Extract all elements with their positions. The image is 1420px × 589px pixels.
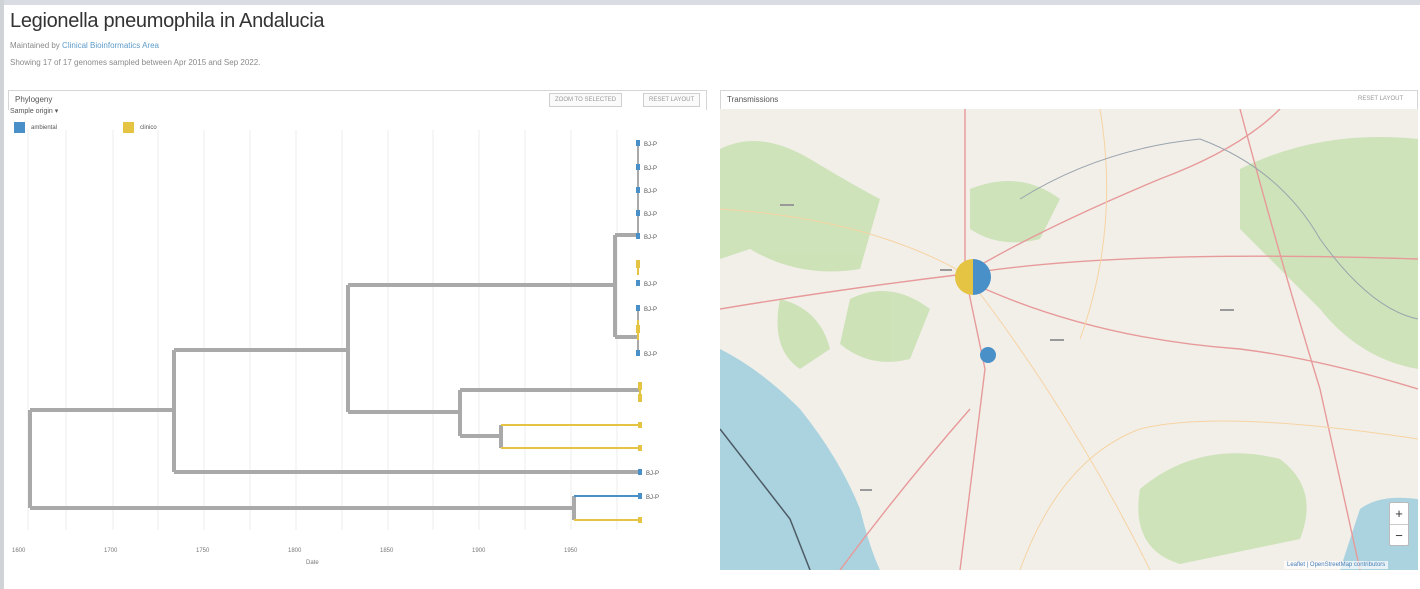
tip-ambiental[interactable] bbox=[638, 493, 642, 499]
transmissions-title: Transmissions bbox=[727, 95, 779, 104]
left-edge bbox=[0, 0, 4, 589]
tip-ambiental[interactable] bbox=[638, 469, 642, 475]
zoom-out-button[interactable]: − bbox=[1390, 524, 1408, 545]
tip-clinico[interactable] bbox=[638, 382, 642, 390]
tip-ambiental[interactable] bbox=[636, 187, 640, 193]
showing-summary: Showing 17 of 17 genomes sampled between… bbox=[10, 58, 261, 67]
tip-clinico[interactable] bbox=[636, 325, 640, 333]
tip-label: BJ-P bbox=[646, 471, 659, 477]
map-zoom-control: + − bbox=[1389, 502, 1409, 546]
axis-tick: 1850 bbox=[380, 548, 394, 554]
tip-label: BJ-P bbox=[644, 307, 657, 313]
tip-label: BJ-P bbox=[644, 189, 657, 195]
top-bar bbox=[0, 0, 1420, 5]
tree-branches bbox=[28, 142, 640, 520]
tip-clinico[interactable] bbox=[638, 517, 642, 523]
tip-label: BJ-P bbox=[644, 166, 657, 172]
tip-ambiental[interactable] bbox=[636, 164, 640, 170]
tip-clinico[interactable] bbox=[638, 394, 642, 402]
tip-clinico[interactable] bbox=[636, 260, 640, 268]
axis-tick: 1900 bbox=[472, 548, 486, 554]
page-title: Legionella pneumophila in Andalucia bbox=[10, 10, 325, 32]
page-header: Legionella pneumophila in Andalucia Main… bbox=[10, 10, 325, 67]
maintainer-link[interactable]: Clinical Bioinformatics Area bbox=[62, 41, 159, 50]
tip-ambiental[interactable] bbox=[636, 280, 640, 286]
tip-labels: BJ-P BJ-P BJ-P BJ-P BJ-P BJ-P BJ-P BJ-P … bbox=[644, 142, 659, 501]
tip-label: BJ-P bbox=[644, 352, 657, 358]
tip-ambiental[interactable] bbox=[636, 305, 640, 311]
maintainer-line: Maintained by Clinical Bioinformatics Ar… bbox=[10, 41, 324, 50]
phylogeny-tree: BJ-P BJ-P BJ-P BJ-P BJ-P BJ-P BJ-P BJ-P … bbox=[12, 130, 659, 566]
tip-clinico[interactable] bbox=[638, 445, 642, 451]
tip-clinico[interactable] bbox=[638, 422, 642, 428]
tip-ambiental[interactable] bbox=[636, 210, 640, 216]
tip-label: BJ-P bbox=[646, 495, 659, 501]
tip-label: BJ-P bbox=[644, 282, 657, 288]
date-axis: 1600 1700 1750 1800 1850 1900 1950 Date bbox=[12, 548, 578, 566]
phylogeny-title: Phylogeny bbox=[15, 95, 53, 104]
zoom-to-selected-button[interactable]: ZOOM TO SELECTED bbox=[549, 93, 623, 107]
marker-ambiental[interactable] bbox=[980, 347, 996, 363]
axis-tick: 1800 bbox=[288, 548, 302, 554]
color-by-selector[interactable]: Sample origin ▾ bbox=[10, 107, 58, 115]
chevron-down-icon: ▾ bbox=[54, 108, 59, 115]
phylogeny-panel: Phylogeny ZOOM TO SELECTED RESET LAYOUT bbox=[8, 90, 707, 110]
transmissions-map[interactable] bbox=[720, 109, 1418, 570]
axis-tick: 1950 bbox=[564, 548, 578, 554]
tip-label: BJ-P bbox=[644, 212, 657, 218]
maintained-by-text: Maintained by bbox=[10, 41, 60, 50]
color-by-value: Sample origin bbox=[10, 108, 53, 115]
axis-tick: 1750 bbox=[196, 548, 210, 554]
reset-layout-button[interactable]: RESET LAYOUT bbox=[643, 93, 701, 107]
axis-tick: 1700 bbox=[104, 548, 118, 554]
map-reset-layout-button[interactable]: RESET LAYOUT bbox=[1353, 93, 1408, 107]
tip-label: BJ-P bbox=[644, 142, 657, 148]
axis-label: Date bbox=[306, 560, 319, 566]
tip-ambiental[interactable] bbox=[636, 140, 640, 146]
axis-tick: 1600 bbox=[12, 548, 26, 554]
tip-ambiental[interactable] bbox=[636, 350, 640, 356]
tip-label: BJ-P bbox=[644, 235, 657, 241]
tip-ambiental[interactable] bbox=[636, 233, 640, 239]
transmissions-header: Transmissions RESET LAYOUT bbox=[720, 90, 1418, 110]
zoom-in-button[interactable]: + bbox=[1390, 503, 1408, 524]
map-attribution[interactable]: Leaflet | OpenStreetMap contributors bbox=[1284, 561, 1389, 569]
